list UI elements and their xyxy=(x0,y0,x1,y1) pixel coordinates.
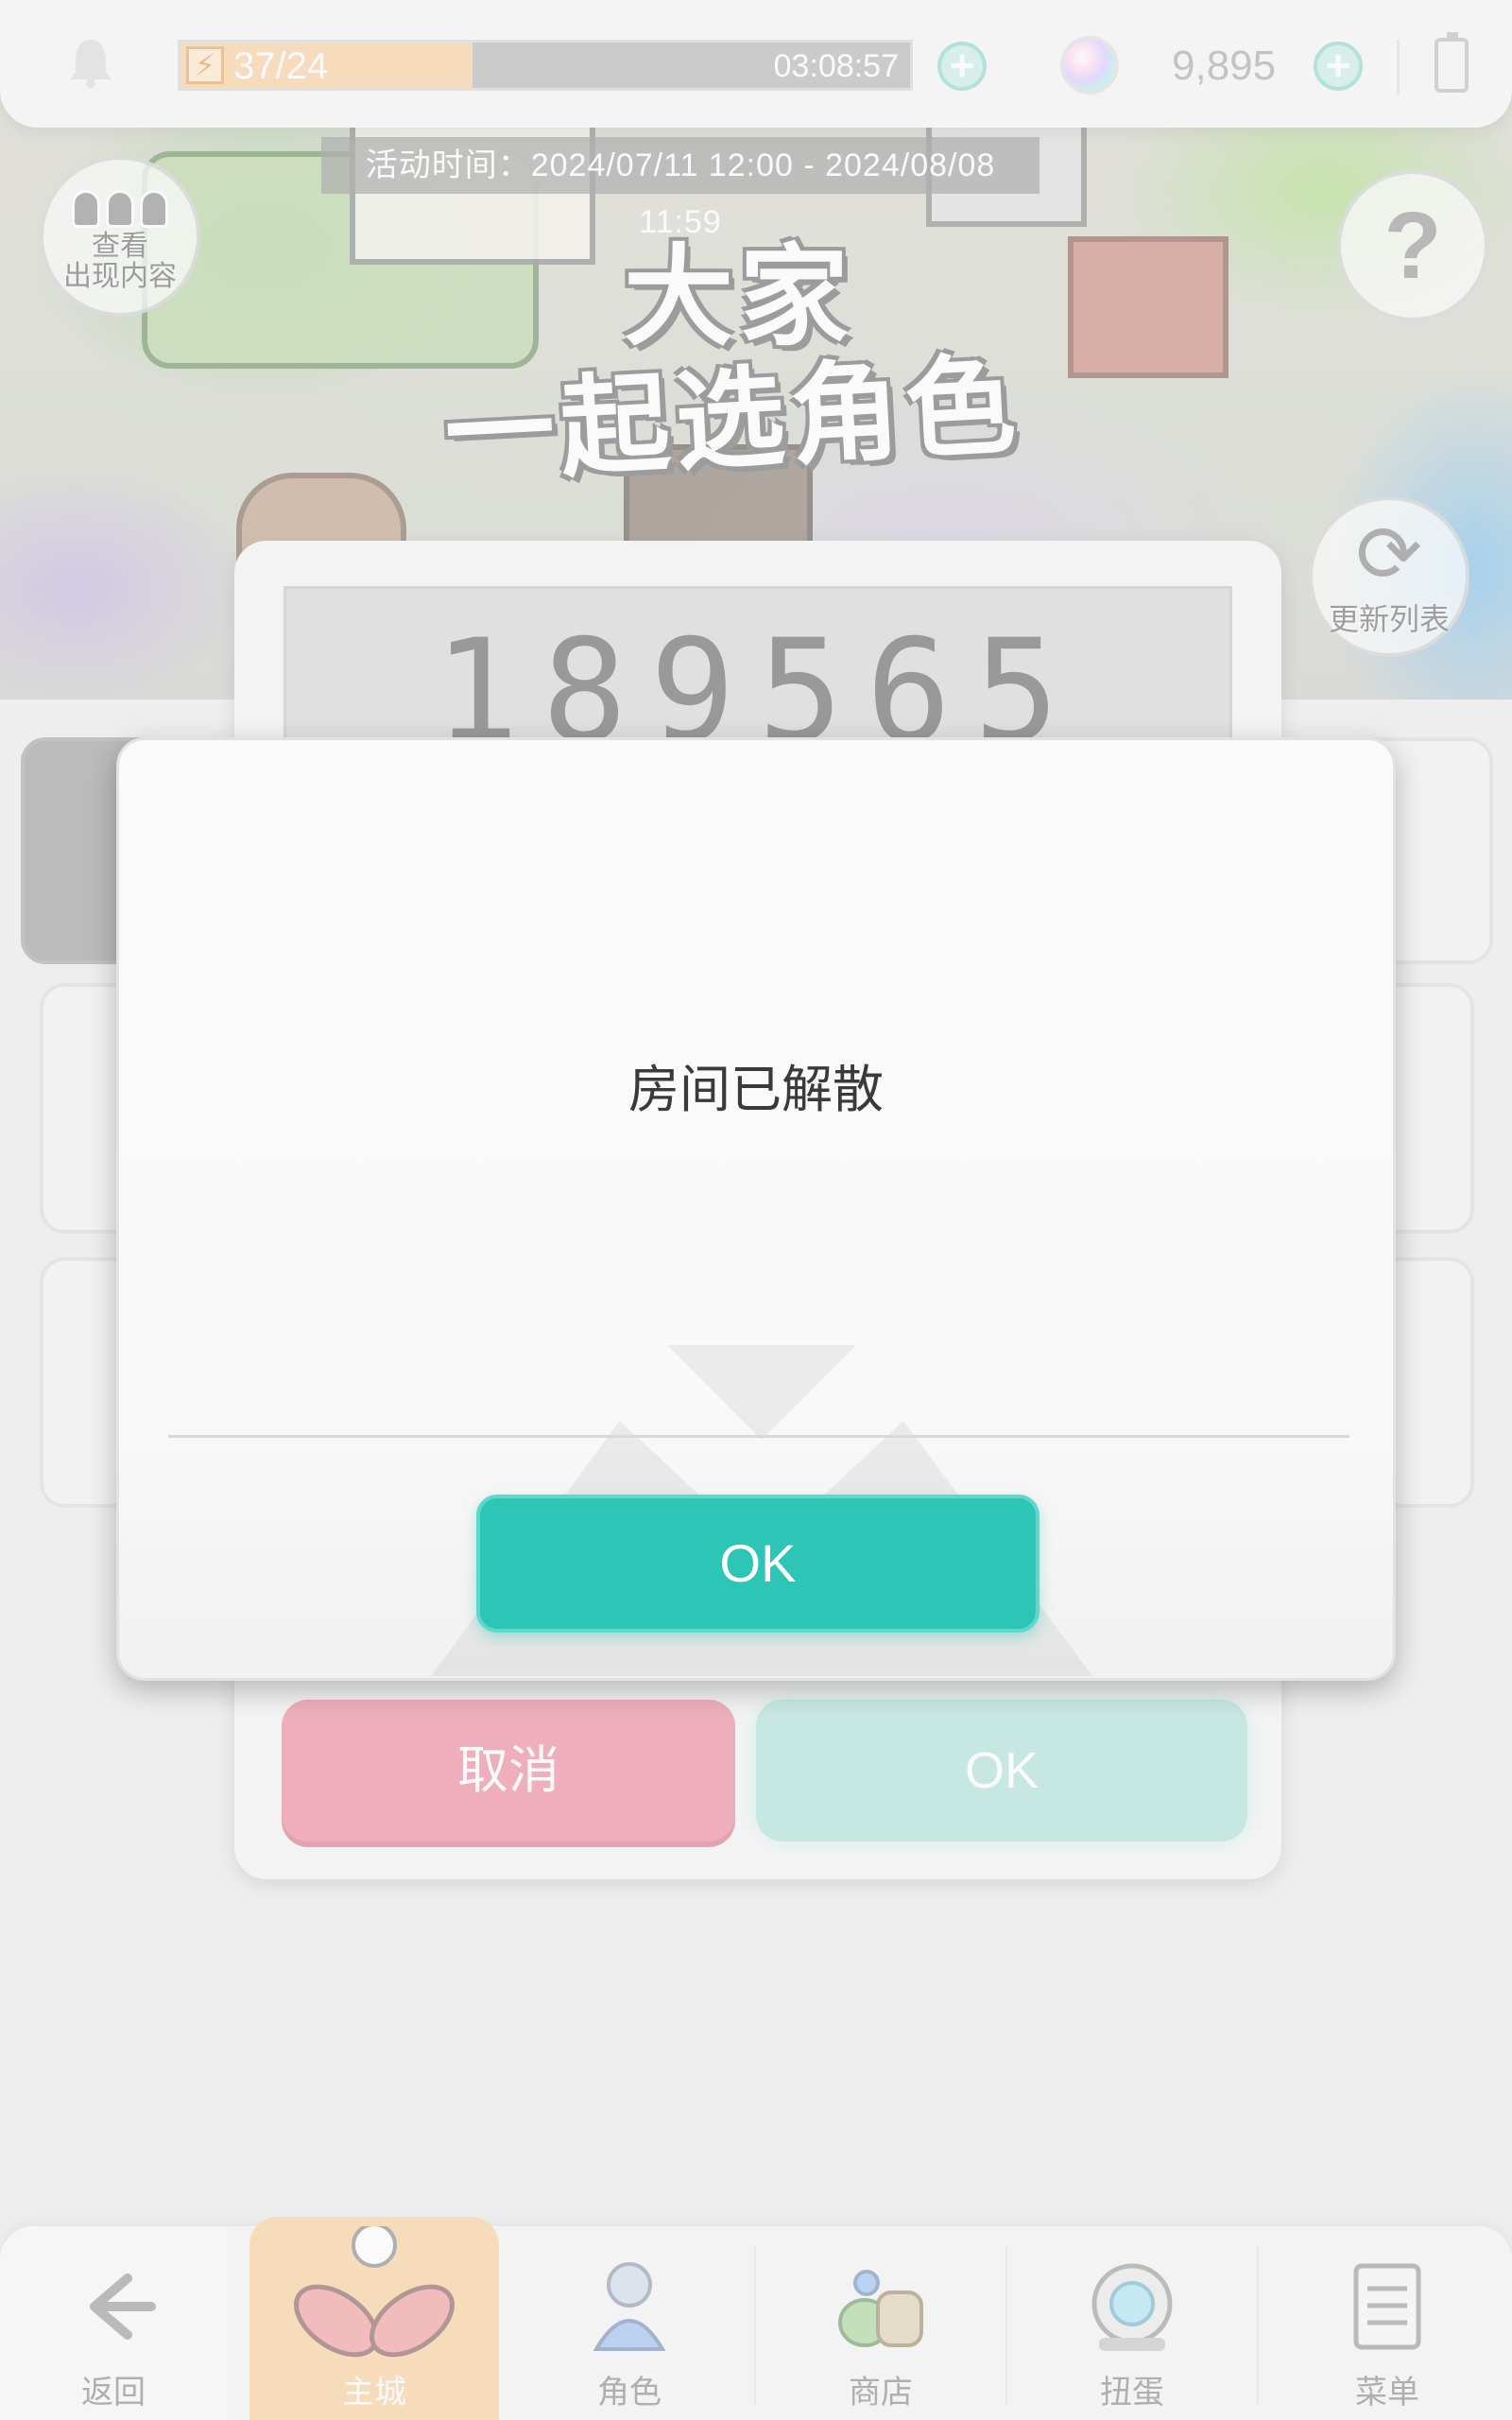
game-screen: 活动时间：2024/07/11 12:00 - 2024/08/08 11:59… xyxy=(0,0,1512,2420)
dialog-ok-button[interactable]: OK xyxy=(476,1495,1040,1633)
divider xyxy=(168,1435,1349,1438)
dialog-message: 房间已解散 xyxy=(628,1060,884,1119)
room-disbanded-dialog: 房间已解散 OK xyxy=(116,737,1396,1681)
